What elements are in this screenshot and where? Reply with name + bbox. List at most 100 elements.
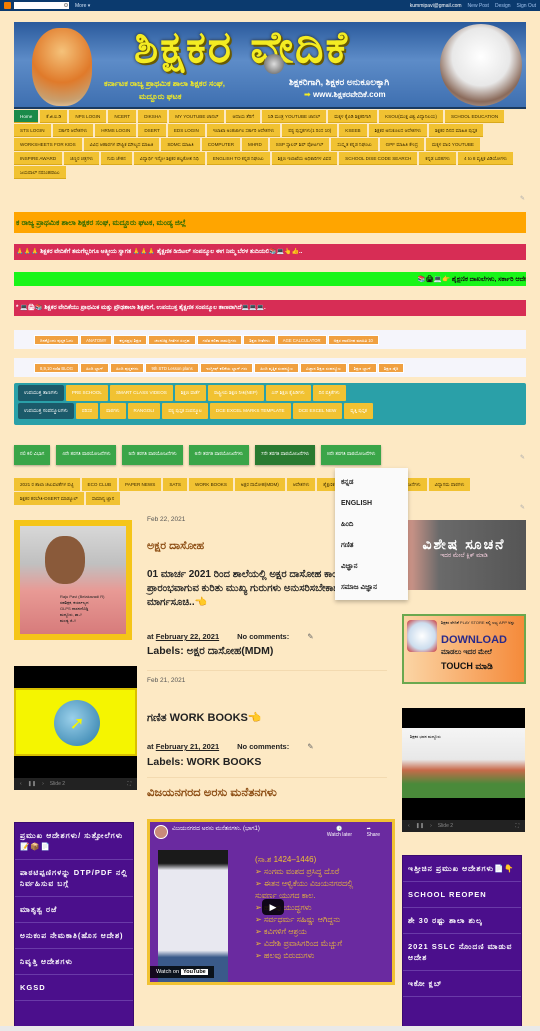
useful-site-link[interactable]: SMART CLASS VIDEOS	[109, 385, 173, 401]
pause-icon[interactable]: ❚❚	[416, 823, 424, 829]
post-title[interactable]: ಗಣಿತ WORK BOOKS👈	[147, 711, 262, 725]
useful-site-link[interactable]: ಎನ್ ಶಿಕ್ಷಣ ಕೈಪಿಡಿಗಳು	[265, 385, 311, 401]
more-menu-button[interactable]: More ▾	[75, 3, 90, 9]
upload-slideshow[interactable]: ➚ ‹ ❚❚ › Slide 2 ⛶	[14, 666, 137, 790]
side-menu-item[interactable]: KGSD	[15, 975, 133, 1001]
nav-item[interactable]: ಸರ್ಕಾರಿ ಆದೇಶಗಳು	[52, 124, 94, 137]
nav-item[interactable]: MY YOUTUBE ಚಾನಲ್	[169, 110, 225, 123]
side-menu-item[interactable]: ಇಕೋ ಕ್ಲಬ್	[403, 971, 521, 997]
nav-item[interactable]: EDS LOGIN	[167, 124, 205, 137]
nav-item[interactable]: HRMS LOGIN	[95, 124, 137, 137]
useful-resource-link[interactable]: ಪಠ್ಯ ಪುಸ್ತಕ ಸಂಪನ್ಮೂಲ	[162, 403, 208, 419]
nav-item[interactable]: ಸಿಡಿ ಮಂತ್ರ YOUTUBE ಚಾನಲ್	[262, 110, 327, 123]
orange-menu-item[interactable]: ಅಕ್ಷರ ದಾಸೋಹ ಮಾಹಿತಿ 10	[327, 334, 379, 345]
dropdown-option[interactable]: ವಿಜ್ಞಾನ	[335, 556, 408, 577]
nav-item[interactable]: SDMC ಮಾಹಿತಿ	[161, 138, 200, 151]
fullscreen-icon[interactable]: ⛶	[515, 823, 519, 829]
prev-icon[interactable]: ‹	[20, 781, 22, 787]
next-icon[interactable]: ›	[430, 823, 432, 829]
label-link[interactable]: WORK BOOKS	[189, 478, 233, 491]
edit-pencil-icon[interactable]: ✎	[520, 196, 526, 202]
nav-item[interactable]: ಮಕ್ಕಳ ಕೈಪಿಡಿ ಶಿಕ್ಷಕರಿಗಾಗಿ	[328, 110, 378, 123]
useful-site-link[interactable]: ದಿನ ಪತ್ರಿಕೆಗಳು	[312, 385, 346, 401]
class-menu-tab[interactable]: 8ನೇ ತರಗತಿ ಪಾಠಯೋಜನೆಗಳು	[321, 445, 382, 465]
class-menu-tab[interactable]: 5ನೇ ತರಗತಿ ಪಾಠಯೋಜನೆಗಳು	[122, 445, 183, 465]
nav-item[interactable]: GPF ಮಾಹಿತಿ ಕೇಂದ್ರ	[379, 138, 425, 151]
dropdown-option[interactable]: ENGLISH	[335, 493, 408, 514]
nav-item[interactable]: STS LOGIN	[14, 124, 51, 137]
useful-site-link[interactable]: ಶಿಕ್ಷಣ ವಾರ್ತೆ	[174, 385, 206, 401]
playstore-download-banner[interactable]: ಶಿಕ್ಷಕರ ವೇದಿಕೆ PLAY STORE ನಲ್ಲಿ ಲಭ್ಯ APP…	[402, 614, 526, 684]
dropdown-option[interactable]: ಸಮಾಜ ವಿಜ್ಞಾನ	[335, 577, 408, 598]
useful-resource-link[interactable]: DCE EXCEL MARKS TEMPLATE	[209, 403, 291, 419]
search-icon[interactable]	[64, 3, 68, 7]
label-link[interactable]: ಶಿಕ್ಷಕರ ತರಬೇತಿ-DSERT ಮಾಡ್ಯೂಲ್	[14, 492, 84, 505]
profile-photo-widget[interactable]: Raju Pavi (Belakavadi R) ಸಹಶಿಕ್ಷಕ, ಕರ್ಯಾಲ…	[14, 520, 132, 640]
side-menu-item[interactable]: ಅನುಕಂಪ ನೇಮಕಾತಿ(ಹೊಸ ಆದೇಶ)	[15, 923, 133, 949]
nav-item[interactable]: 4 to 8 ವೃತ್ತಿಕ ವಿಡಿಯೋಗಳು	[457, 152, 513, 165]
watch-later-button[interactable]: 🕒 Watch later	[327, 826, 352, 838]
side-menu-item[interactable]: 2021 SSLC ನೊಂದಣಿ ಮಾಡುವ ಆದೇಶ	[403, 934, 521, 971]
nav-item[interactable]: ಶಿಕ್ಷಕರ ದಿನದ ಮಾಹಿತಿ ಪುಸ್ತಕ	[429, 124, 484, 137]
watch-on-youtube[interactable]: Watch on YouTube	[150, 966, 214, 978]
nav-item[interactable]: SCHOOL EDUCATION	[444, 110, 505, 123]
orange-menu-item[interactable]: ಇಂಗ್ಲೀಷ್ ಕಲಿಕೆಯ ಬ್ಲಾಗ್ ಗಳು	[199, 362, 254, 373]
class-menu-tab[interactable]: 4ನೇ ತರಗತಿ ಪಾಠಯೋಜನೆಗಳು	[56, 445, 117, 465]
nav-item[interactable]: ಜಯಪಾಲ್ ನರಸಿಂಹರಾಜು	[14, 166, 66, 179]
nav-item[interactable]: ಸಂಸ್ಕೃತ ಕನ್ನಡ ನಿಘಂಟು	[331, 138, 378, 151]
channel-avatar[interactable]	[154, 825, 168, 839]
orange-menu-item[interactable]: ಹಿಂದಿ ಬ್ಲಾಗ್	[80, 362, 110, 373]
side-menu-item[interactable]: ಮಾತೃತ್ವ ರಜೆ	[15, 897, 133, 923]
orange-menu-item[interactable]: ಕನ್ನಡಪ್ರಭ ಶಿಕ್ಷಣ	[113, 334, 148, 345]
nav-item[interactable]: WORKSHEETS FOR KIDS	[14, 138, 82, 151]
nav-item[interactable]: COMPUTER	[201, 138, 241, 151]
comments-link[interactable]: No comments:	[237, 632, 289, 641]
blog-header-banner[interactable]: ಶಿಕ್ಷಕರ ವೇದಿಕೆ ಕರ್ನಾಟಕ ರಾಜ್ಯ ಪ್ರಾಥಮಿಕ ಶಾ…	[14, 22, 526, 109]
label-link[interactable]: 2021 ರ ಶಾಲಾ ಚಟುವಟಿಕೆಗಳ ಪಟ್ಟಿ	[14, 478, 80, 491]
useful-resource-link[interactable]: DCE EXCEL NEW	[292, 403, 343, 419]
nav-item[interactable]: ಶಿಕ್ಷಣ ಇಲಾಖೆಯ ಅಧಿಕಾರಿಗಳ ವಿವರ	[271, 152, 338, 165]
edit-post-icon[interactable]: ✎	[307, 632, 313, 641]
nav-item[interactable]: SSP ಸ್ಕಾಲರ್ ಶಿಪ್ ಪೋರ್ಟಲ್	[269, 138, 330, 151]
nav-item[interactable]: MHRD	[242, 138, 268, 151]
nav-item[interactable]: ಕೆ.ಜಿ.ಐ.ಡಿ	[40, 110, 68, 123]
edit-pencil-icon[interactable]: ✎	[520, 505, 526, 511]
orange-menu-item[interactable]: ವಿಜ್ಞಾನ ಶಿಕ್ಷಣ ಸಂಪನ್ಮೂಲ	[299, 362, 347, 373]
useful-resource-link[interactable]: ವೃತ್ತಿ ಪುಸ್ತಕ	[344, 403, 373, 419]
nav-item[interactable]: ವಿವಿಧ ಆಹಾರಗಳ ಪೌಷ್ಟಿಕ ಮೌಲ್ಯದ ಮಾಹಿತಿ	[83, 138, 160, 151]
orange-menu-item[interactable]: 9th STD Lesson plans	[145, 362, 199, 373]
label-link[interactable]: SATS	[163, 478, 188, 491]
fullscreen-icon[interactable]: ⛶	[127, 781, 131, 787]
post-labels[interactable]: Labels: WORK BOOKS	[147, 756, 261, 768]
orange-menu-item[interactable]: ಶಿಕ್ಷಣ ಡೈರಿ	[377, 362, 405, 373]
nav-item[interactable]: NCERT	[108, 110, 137, 123]
useful-sites-heading[interactable]: ಉಪಯುಕ್ತ ತಾಣಗಳು	[18, 385, 64, 401]
label-link[interactable]: ಆದೇಶಗಳು	[286, 478, 316, 491]
side-menu-item[interactable]: ಪ್ರಮುಖ ಆದೇಶಗಳು/ ಸುತ್ತೋಲೆಗಳು📝📦📄	[15, 823, 133, 860]
youtube-embed[interactable]: ವಿಜಯನಗರದ ಅರಸು ಮನೆತನಗಳು. (ಭಾಗ1) 🕒 Watch la…	[147, 819, 395, 985]
label-link[interactable]: PAPER NEWS	[119, 478, 162, 491]
nav-item[interactable]: ಚಿಣ್ಣರ ಚಿತ್ರಗಳು	[64, 152, 100, 165]
side-menu-item[interactable]: SCHOOL REOPEN	[403, 882, 521, 908]
orange-menu-item[interactable]: ANATOMY	[80, 334, 113, 345]
label-link[interactable]: ವಿದ್ಯಾಗಮ ಪಾಠಗಳು	[428, 478, 471, 491]
nav-item[interactable]: ವಿದ್ಯಾರ್ಥಿ ಇನ್ಫೋ ಶಿಕ್ಷಕರ ಶಬ್ದಕೋಶ ನಿಧಿ	[133, 152, 205, 165]
slide-indicator[interactable]: Slide 2	[438, 823, 453, 829]
slide-indicator[interactable]: Slide 2	[50, 781, 65, 787]
orange-menu-item[interactable]: ಹಿಂದಿ ವೃತ್ತಿಕ ಸಂಪನ್ಮೂಲ	[254, 362, 299, 373]
next-icon[interactable]: ›	[42, 781, 44, 787]
video-title[interactable]: ವಿಜಯನಗರದ ಅರಸು ಮನೆತನಗಳು. (ಭಾಗ1)	[172, 826, 260, 833]
slideshow-controls[interactable]: ‹ ❚❚ › Slide 2 ⛶	[402, 820, 525, 832]
orange-menu-item[interactable]: 8,9,10 ಗಣಿತ BLOG	[34, 362, 80, 373]
sign-out-link[interactable]: Sign Out	[517, 3, 536, 9]
useful-resource-link[interactable]: RANGOLI	[127, 403, 161, 419]
dropdown-option[interactable]: ಹಿಂದಿ	[335, 514, 408, 535]
useful-site-link[interactable]: PRE SCHOOL	[65, 385, 108, 401]
side-menu-item[interactable]: ಪಾಠಟಿಪ್ಪಣಿಗಳನ್ನು DTP/PDF ನಲ್ಲಿ ನಿರ್ವಹಿಸು…	[15, 860, 133, 897]
blogger-logo-icon[interactable]	[4, 2, 11, 9]
orange-menu-item[interactable]: ಹಿಂದಿ ಪುಸ್ತಕಗಳು	[110, 362, 145, 373]
nav-item[interactable]: KSEEB	[339, 124, 367, 137]
side-menu-item[interactable]: ಇತ್ತೀಚಿನ ಪ್ರಮುಖ ಆದೇಶಗಳು📄👇	[403, 856, 521, 882]
post-permalink[interactable]: February 22, 2021	[156, 632, 219, 641]
orange-menu-item[interactable]: ದಿನಕ್ಕೊಂದು ಪುಸ್ತಕ ಓದು	[34, 334, 80, 345]
